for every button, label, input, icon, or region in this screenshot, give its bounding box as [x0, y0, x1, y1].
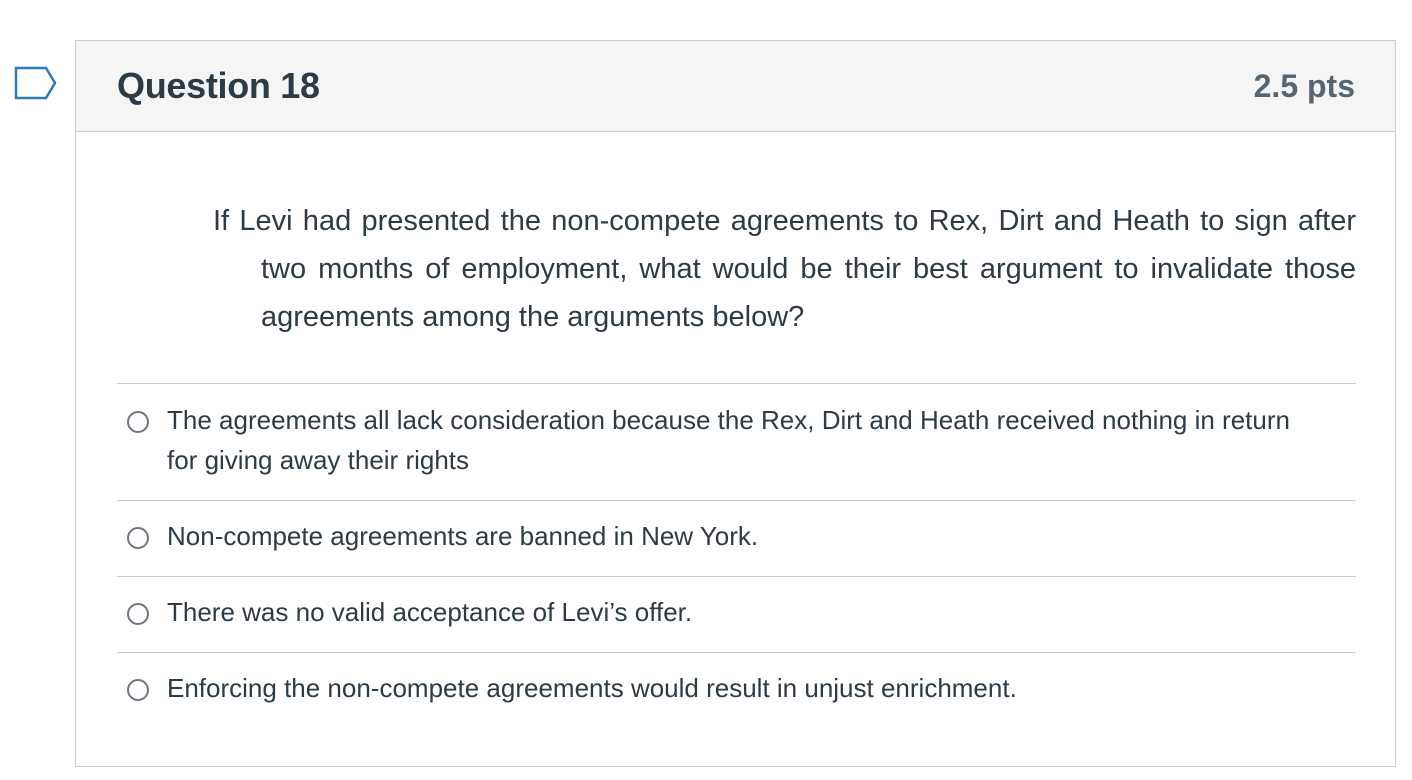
- radio-unselected-icon[interactable]: [127, 603, 149, 625]
- answer-list: The agreements all lack consideration be…: [117, 383, 1356, 728]
- answer-option[interactable]: Enforcing the non-compete agreements wou…: [117, 652, 1356, 728]
- answer-label[interactable]: Enforcing the non-compete agreements wou…: [167, 668, 1077, 708]
- answer-label[interactable]: There was no valid acceptance of Levi’s …: [167, 592, 752, 632]
- answer-option[interactable]: The agreements all lack consideration be…: [117, 383, 1356, 500]
- answer-label[interactable]: The agreements all lack consideration be…: [167, 400, 1356, 480]
- question-title: Question 18: [117, 65, 320, 106]
- answer-option[interactable]: There was no valid acceptance of Levi’s …: [117, 576, 1356, 652]
- radio-unselected-icon[interactable]: [127, 527, 149, 549]
- question-text: If Levi had presented the non-compete ag…: [213, 205, 1356, 333]
- answer-option[interactable]: Non-compete agreements are banned in New…: [117, 500, 1356, 576]
- question-card: Question 18 2.5 pts If Levi had presente…: [75, 40, 1396, 767]
- flag-question-icon[interactable]: [14, 66, 58, 100]
- question-header: Question 18 2.5 pts: [76, 41, 1395, 132]
- radio-unselected-icon[interactable]: [127, 411, 149, 433]
- radio-unselected-icon[interactable]: [127, 679, 149, 701]
- question-points: 2.5 pts: [1253, 67, 1355, 104]
- answer-label[interactable]: Non-compete agreements are banned in New…: [167, 516, 818, 556]
